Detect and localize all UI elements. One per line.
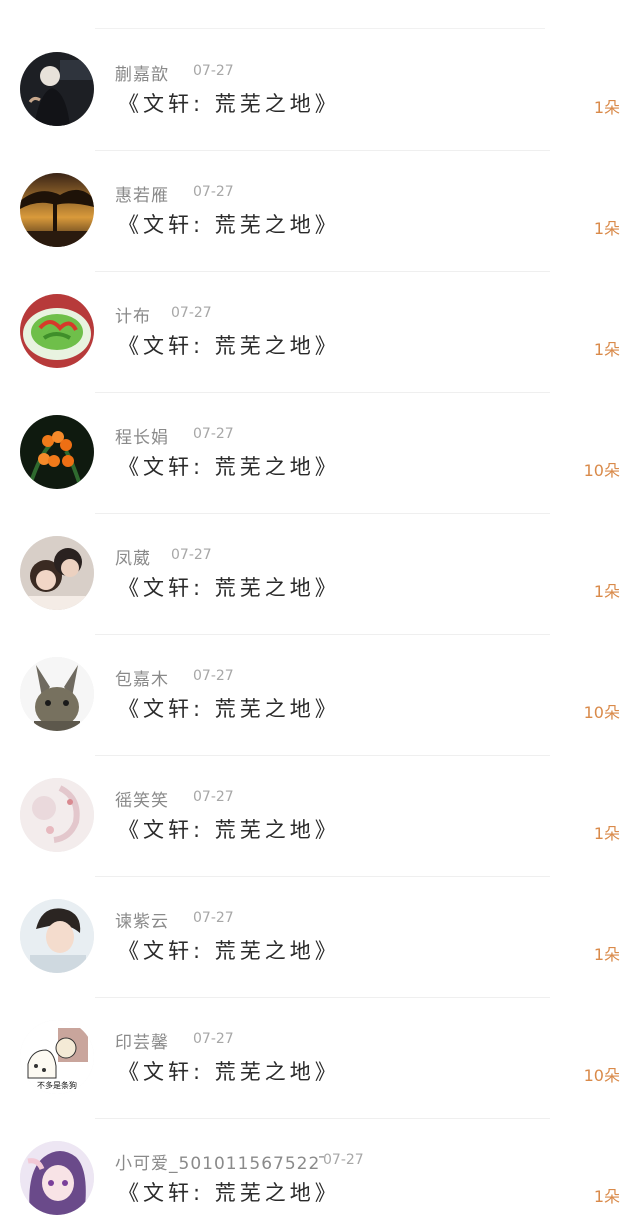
username[interactable]: 蒯嘉歆	[115, 60, 169, 85]
timestamp: 07-27	[193, 184, 234, 200]
gift-title: 《文轩: 荒芜之地》	[118, 1060, 340, 1084]
gift-title: 《文轩: 荒芜之地》	[118, 455, 340, 479]
list-item[interactable]: 惠若雁 07-27 《文轩: 荒芜之地》 1朵	[0, 151, 640, 272]
gift-title: 《文轩: 荒芜之地》	[118, 939, 340, 963]
flower-count: 10朵	[583, 1066, 620, 1085]
list-item[interactable]: 包嘉木 07-27 《文轩: 荒芜之地》 10朵	[0, 635, 640, 756]
gift-title: 《文轩: 荒芜之地》	[118, 576, 340, 600]
list-item[interactable]: 谏紫云 07-27 《文轩: 荒芜之地》 1朵	[0, 877, 640, 998]
flower-count: 1朵	[593, 98, 620, 117]
timestamp: 07-27	[171, 547, 212, 563]
username[interactable]: 小可爱_5010115675​22 ̄	[115, 1149, 327, 1174]
flower-count: 1朵	[593, 340, 620, 359]
rabbit-head-icon[interactable]	[20, 657, 94, 731]
list-item[interactable]: 计布 07-27 《文轩: 荒芜之地》 1朵	[0, 272, 640, 393]
anime-girl-icon[interactable]	[20, 1141, 94, 1215]
username[interactable]: 凤葳	[115, 544, 151, 569]
timestamp: 07-27	[193, 789, 234, 805]
flower-count: 1朵	[593, 1187, 620, 1206]
flower-count: 10朵	[583, 703, 620, 722]
username[interactable]: 谏紫云	[115, 907, 169, 932]
username[interactable]: 程长娟	[115, 423, 169, 448]
username[interactable]: 包嘉木	[115, 665, 169, 690]
night-portrait-icon[interactable]	[20, 52, 94, 126]
gift-title: 《文轩: 荒芜之地》	[118, 697, 340, 721]
list-item[interactable]: 徭笑笑 07-27 《文轩: 荒芜之地》 1朵	[0, 756, 640, 877]
flower-count: 1朵	[593, 582, 620, 601]
gift-title: 《文轩: 荒芜之地》	[118, 1181, 340, 1205]
timestamp: 07-27	[193, 63, 234, 79]
list-item[interactable]: 凤葳 07-27 《文轩: 荒芜之地》 1朵	[0, 514, 640, 635]
couple-photo-icon[interactable]	[20, 536, 94, 610]
timestamp: 07-27	[323, 1152, 364, 1168]
boy-portrait-icon[interactable]	[20, 899, 94, 973]
list-item[interactable]: 程长娟 07-27 《文轩: 荒芜之地》 10朵	[0, 393, 640, 514]
list-item[interactable]: 蒯嘉歆 07-27 《文轩: 荒芜之地》 1朵	[0, 30, 640, 151]
meme-caption: 不多是条狗	[37, 1080, 77, 1090]
timestamp: 07-27	[193, 1031, 234, 1047]
flower-count: 1朵	[593, 945, 620, 964]
flower-count: 1朵	[593, 824, 620, 843]
gift-title: 《文轩: 荒芜之地》	[118, 92, 340, 116]
timestamp: 07-27	[193, 426, 234, 442]
timestamp: 07-27	[193, 910, 234, 926]
timestamp: 07-27	[193, 668, 234, 684]
flower-count: 1朵	[593, 219, 620, 238]
gift-title: 《文轩: 荒芜之地》	[118, 818, 340, 842]
list-item[interactable]: 小可爱_5010115675​22 ̄ 07-27 《文轩: 荒芜之地》 1朵	[0, 1119, 640, 1219]
orange-flowers-icon[interactable]	[20, 415, 94, 489]
timestamp: 07-27	[171, 305, 212, 321]
gift-title: 《文轩: 荒芜之地》	[118, 213, 340, 237]
top-divider	[95, 28, 545, 29]
meme-sticker-icon[interactable]: 不多是条狗	[20, 1020, 94, 1094]
tree-sunset-icon[interactable]	[20, 173, 94, 247]
username[interactable]: 徭笑笑	[115, 786, 169, 811]
username[interactable]: 印芸馨	[115, 1028, 169, 1053]
username[interactable]: 惠若雁	[115, 181, 169, 206]
food-plate-icon[interactable]	[20, 294, 94, 368]
list-item[interactable]: 不多是条狗 印芸馨 07-27 《文轩: 荒芜之地》 10朵	[0, 998, 640, 1119]
pale-illustration-icon[interactable]	[20, 778, 94, 852]
gift-title: 《文轩: 荒芜之地》	[118, 334, 340, 358]
flower-count: 10朵	[583, 461, 620, 480]
username[interactable]: 计布	[115, 302, 151, 327]
